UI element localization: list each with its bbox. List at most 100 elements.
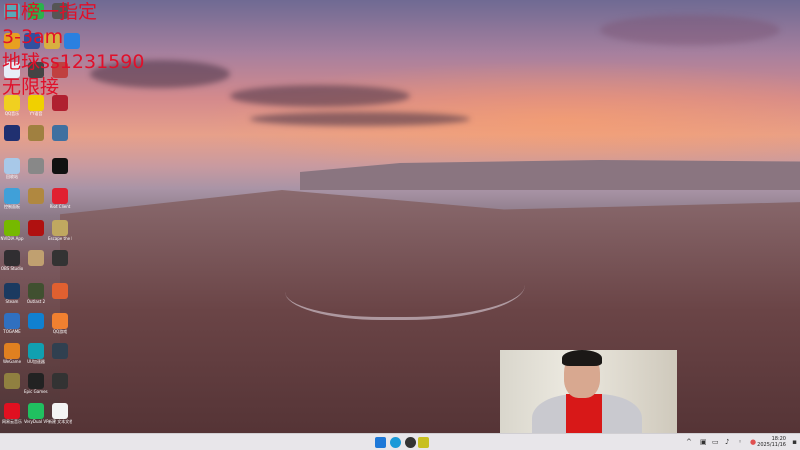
desktop-icon[interactable] xyxy=(24,125,48,141)
desktop-icon[interactable] xyxy=(24,3,48,19)
desktop-icon[interactable]: QQ游戏 xyxy=(48,313,72,334)
desktop-icon[interactable]: 网易云音乐 xyxy=(0,403,24,424)
network-icon[interactable]: ▣ xyxy=(700,438,707,446)
app-icon xyxy=(52,373,68,389)
app-icon xyxy=(52,125,68,141)
desktop-icon[interactable] xyxy=(48,3,72,19)
desktop-icon[interactable] xyxy=(0,373,24,389)
app-icon xyxy=(52,3,68,19)
cloud xyxy=(230,85,410,107)
person-hair xyxy=(562,350,602,366)
app-icon xyxy=(44,33,60,49)
desktop-icon-label: Steam xyxy=(5,299,19,304)
app-icon xyxy=(4,33,20,49)
cloud xyxy=(90,60,230,88)
desktop-icon[interactable]: Riot Client xyxy=(48,188,72,209)
desktop-icon-label: 回收站 xyxy=(6,174,18,179)
start-icon[interactable] xyxy=(375,437,386,448)
desktop-icon[interactable] xyxy=(0,125,24,141)
desktop-icon[interactable] xyxy=(48,250,72,266)
clock[interactable]: 18:20 2025/11/16 xyxy=(757,436,786,448)
desktop-icon[interactable]: Steam xyxy=(0,283,24,304)
desktop-icon-label: 控制面板 xyxy=(4,204,20,209)
webcam-feed xyxy=(500,350,677,433)
app-icon xyxy=(4,250,20,266)
desktop-icon-label: QQ音乐 xyxy=(4,111,20,116)
app-icon xyxy=(52,158,68,174)
tray-app-icon[interactable]: ▭ xyxy=(712,438,719,446)
desktop-icon[interactable] xyxy=(24,188,48,204)
river xyxy=(285,250,525,320)
desktop-icon[interactable]: Escape the Backrooms xyxy=(48,220,72,241)
app-icon xyxy=(52,188,68,204)
app-icon xyxy=(52,62,68,78)
desktop-icon[interactable]: 回收站 xyxy=(0,158,24,179)
tray-chevron-icon[interactable]: ^ xyxy=(686,438,692,446)
desktop-icon-label: UU加速器 xyxy=(27,359,45,364)
app-icon xyxy=(52,95,68,111)
app-icon xyxy=(64,33,80,49)
edge-icon[interactable] xyxy=(390,437,401,448)
desktop-icon[interactable]: VeryDual VR xyxy=(24,403,48,424)
desktop-icon-label: QQ游戏 xyxy=(52,329,68,334)
desktop-icon[interactable] xyxy=(48,283,72,299)
desktop-icon[interactable]: QQ音乐 xyxy=(0,95,24,116)
desktop-icon[interactable] xyxy=(48,62,72,78)
app-icon xyxy=(28,95,44,111)
desktop-icon-label: 新建 文本文档 xyxy=(48,419,72,424)
app-icon xyxy=(4,3,20,19)
desktop-icon[interactable] xyxy=(24,313,48,329)
desktop-icon[interactable]: YY语音 xyxy=(24,95,48,116)
desktop-icon[interactable] xyxy=(24,62,48,78)
app-icon xyxy=(52,220,68,236)
app-icon xyxy=(4,403,20,419)
app-icon xyxy=(4,158,20,174)
app-icon xyxy=(4,62,20,78)
app-icon xyxy=(4,313,20,329)
app-icon xyxy=(52,313,68,329)
app-icon xyxy=(28,313,44,329)
desktop-icon[interactable] xyxy=(24,250,48,266)
app-icon xyxy=(28,158,44,174)
desktop-icon[interactable] xyxy=(24,158,48,174)
desktop-icon[interactable]: WeGame xyxy=(0,343,24,364)
desktop-icon[interactable]: UU加速器 xyxy=(24,343,48,364)
desktop-icon[interactable]: 新建 文本文档 xyxy=(48,403,72,424)
desktop-icon[interactable]: 控制面板 xyxy=(0,188,24,209)
desktop-icon[interactable]: TOGAME xyxy=(0,313,24,334)
app-icon xyxy=(28,62,44,78)
app-icon xyxy=(52,283,68,299)
desktop-icon-label: OBS Studio xyxy=(0,266,24,271)
app-icon[interactable] xyxy=(418,437,429,448)
app-icon xyxy=(4,125,20,141)
taskbar: ^ ▣ ▭ ♪ ◦ ● 18:20 2025/11/16 ▪ xyxy=(0,433,800,450)
desktop-icons: QQ音乐 YY语音回收站控制面板 Riot Client NVIDIA App Esca… xyxy=(0,0,80,433)
desktop-icon[interactable] xyxy=(48,125,72,141)
desktop-icon[interactable] xyxy=(0,3,24,19)
desktop-icon[interactable] xyxy=(48,373,72,389)
desktop-icon[interactable]: Epic Games Launcher xyxy=(24,373,48,394)
desktop-icon[interactable] xyxy=(48,158,72,174)
desktop-icon[interactable] xyxy=(24,220,48,236)
app-icon xyxy=(28,343,44,359)
app-icon xyxy=(28,373,44,389)
desktop-icon[interactable]: OBS Studio xyxy=(0,250,24,271)
notification-icon[interactable]: ▪ xyxy=(792,438,797,446)
desktop-icon-label: YY语音 xyxy=(29,111,43,116)
app-icon[interactable] xyxy=(405,437,416,448)
desktop-icon-label: TOGAME xyxy=(3,329,21,334)
mic-icon[interactable]: ♪ xyxy=(725,438,729,446)
desktop-icon[interactable]: Outlast 2 xyxy=(24,283,48,304)
desktop-icon-label: Escape the Backrooms xyxy=(48,236,72,241)
desktop-icon[interactable]: NVIDIA App xyxy=(0,220,24,241)
app-icon xyxy=(28,188,44,204)
app-icon xyxy=(4,283,20,299)
desktop-icon[interactable] xyxy=(60,33,84,49)
desktop-icon[interactable] xyxy=(48,95,72,111)
location-icon[interactable]: ◦ xyxy=(738,438,742,446)
desktop-icon[interactable] xyxy=(0,62,24,78)
desktop-icon[interactable] xyxy=(48,343,72,359)
app-icon xyxy=(52,343,68,359)
tray-app-icon[interactable]: ● xyxy=(750,438,756,446)
desktop-icon-label: Epic Games Launcher xyxy=(24,389,48,394)
